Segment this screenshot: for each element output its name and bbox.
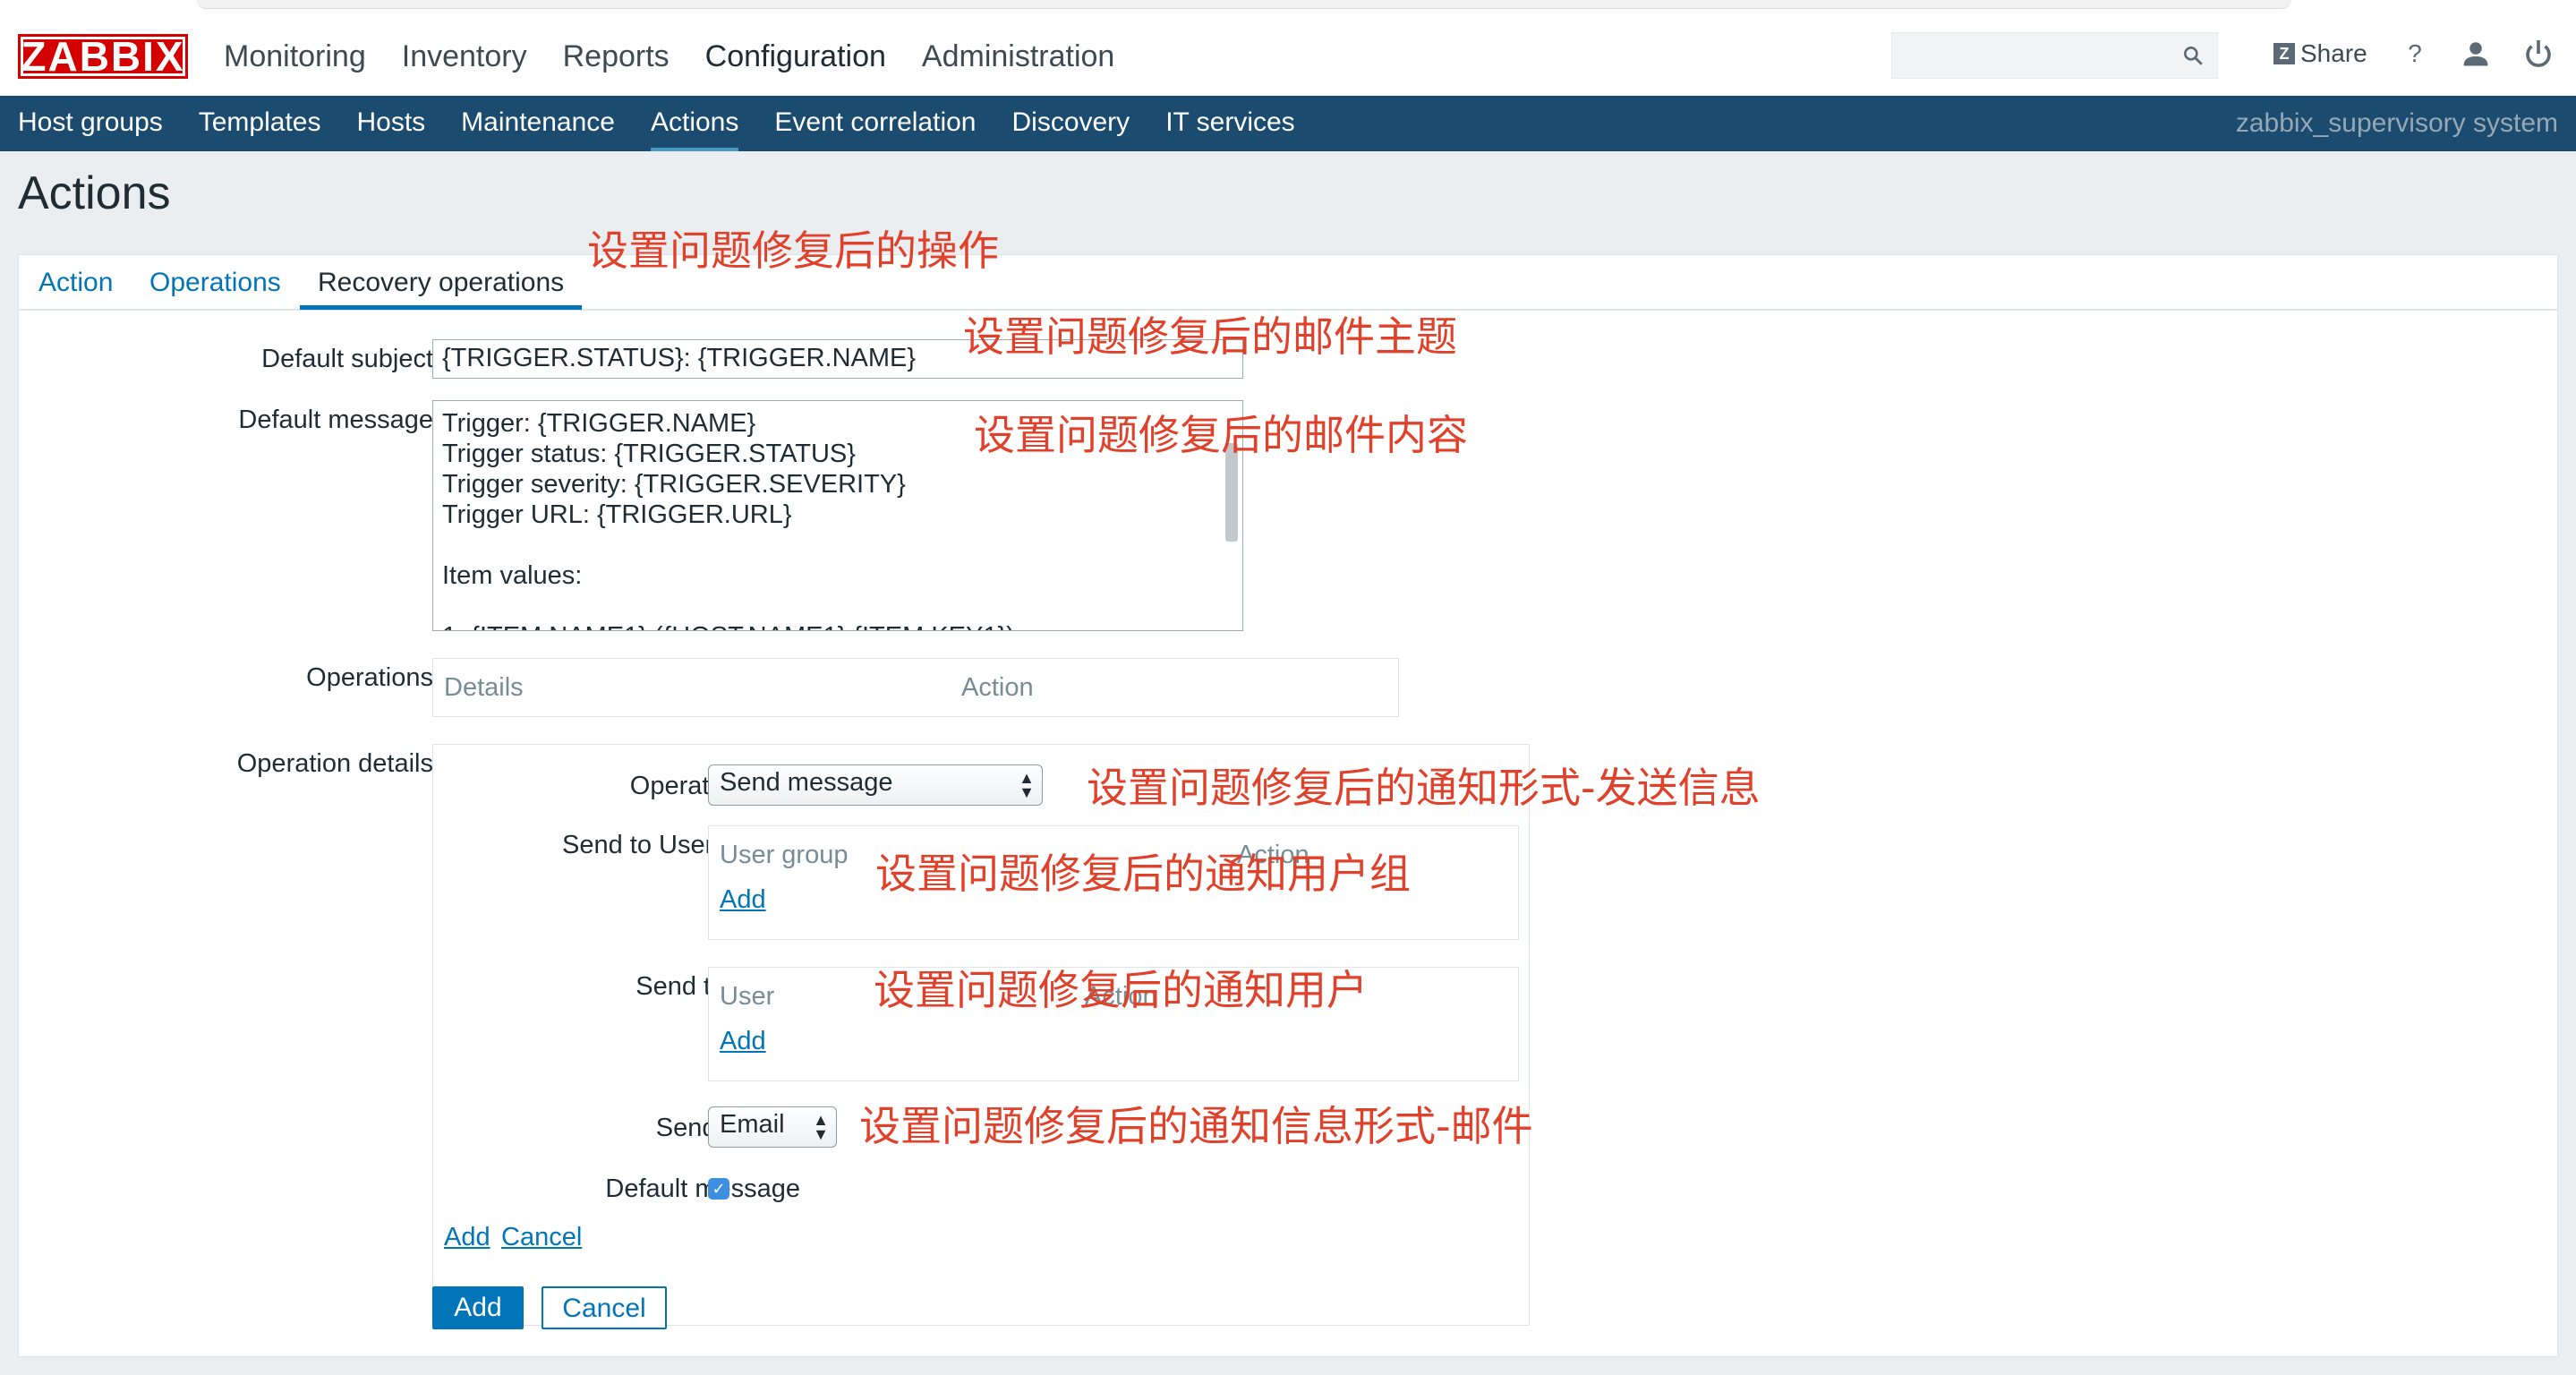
nav-administration[interactable]: Administration	[922, 32, 1114, 81]
user-groups-col-group: User group	[720, 841, 849, 869]
nav-configuration[interactable]: Configuration	[705, 32, 886, 81]
select-arrows-icon: ▲ ▼	[1019, 769, 1035, 801]
operations-table: Details Action	[432, 658, 1399, 717]
tab-recovery-operations[interactable]: Recovery operations	[300, 264, 583, 310]
nav-inventory[interactable]: Inventory	[402, 32, 527, 81]
default-subject-label: Default subject	[261, 345, 433, 373]
operations-col-details: Details	[444, 673, 524, 702]
annotation-send-only: 设置问题修复后的通知信息形式-邮件	[859, 1102, 1533, 1150]
default-message-checkbox-label: Default message	[605, 1174, 800, 1203]
sub-nav: Host groups Templates Hosts Maintenance …	[0, 96, 2576, 151]
search-input[interactable]	[1891, 32, 2218, 79]
annotation-recovery-ops: 设置问题修复后的操作	[587, 226, 999, 275]
subnav-templates[interactable]: Templates	[199, 96, 321, 151]
subnav-discovery[interactable]: Discovery	[1011, 96, 1130, 151]
annotation-subject: 设置问题修复后的邮件主题	[963, 312, 1457, 361]
send-only-to-select[interactable]: Email ▲ ▼	[708, 1106, 837, 1148]
annotation-user-groups: 设置问题修复后的通知用户组	[875, 850, 1411, 898]
annotation-message: 设置问题修复后的邮件内容	[974, 411, 1468, 459]
zabbix-logo[interactable]: ZABBIX	[18, 33, 188, 80]
subnav-maintenance[interactable]: Maintenance	[461, 96, 615, 151]
operation-details-box: Operation type Send message ▲▼ Send to U…	[432, 744, 1530, 1326]
nav-monitoring[interactable]: Monitoring	[224, 32, 366, 81]
page-title: Actions	[18, 167, 171, 219]
details-add-link[interactable]: Add	[444, 1223, 490, 1252]
operations-label: Operations	[306, 663, 433, 692]
tab-action[interactable]: Action	[38, 264, 113, 302]
cancel-button[interactable]: Cancel	[542, 1286, 667, 1329]
operation-type-select[interactable]: Send message ▲ ▼	[708, 764, 1043, 806]
operation-type-value: Send message	[720, 768, 893, 797]
nav-reports[interactable]: Reports	[563, 32, 670, 81]
share-link[interactable]: Z Share	[2273, 39, 2367, 68]
power-icon[interactable]	[2522, 38, 2555, 70]
subnav-actions[interactable]: Actions	[650, 96, 739, 151]
main-nav: Monitoring Inventory Reports Configurati…	[224, 32, 1150, 81]
tab-bar: Action Operations Recovery operations	[19, 255, 2557, 311]
default-message-label: Default message	[238, 406, 433, 434]
select-arrows-icon: ▲ ▼	[813, 1111, 829, 1143]
subnav-event-correlation[interactable]: Event correlation	[774, 96, 976, 151]
user-profile-icon[interactable]	[2460, 38, 2492, 70]
users-col-user: User	[720, 982, 775, 1011]
share-icon: Z	[2273, 43, 2295, 64]
default-message-checkbox[interactable]: ✓	[708, 1178, 729, 1200]
send-only-to-value: Email	[720, 1110, 785, 1139]
add-user-group-link[interactable]: Add	[720, 885, 766, 915]
browser-edge	[197, 0, 2291, 9]
operations-col-action: Action	[961, 673, 1034, 702]
annotation-users: 设置问题修复后的通知用户	[874, 966, 1368, 1014]
subnav-it-services[interactable]: IT services	[1165, 96, 1294, 151]
details-cancel-link[interactable]: Cancel	[501, 1223, 582, 1252]
add-user-link[interactable]: Add	[720, 1027, 766, 1056]
tab-operations[interactable]: Operations	[149, 264, 281, 302]
share-label: Share	[2300, 39, 2367, 67]
subnav-hosts[interactable]: Hosts	[356, 96, 425, 151]
system-name: zabbix_supervisory system	[2235, 108, 2558, 138]
annotation-op-type: 设置问题修复后的通知形式-发送信息	[1087, 764, 1761, 812]
operation-details-label: Operation details	[236, 749, 433, 778]
subnav-host-groups[interactable]: Host groups	[18, 96, 163, 151]
add-button[interactable]: Add	[432, 1286, 524, 1329]
search-icon[interactable]	[2181, 44, 2205, 67]
top-header: ZABBIX Monitoring Inventory Reports Conf…	[0, 0, 2576, 96]
help-icon[interactable]: ?	[2399, 38, 2431, 70]
